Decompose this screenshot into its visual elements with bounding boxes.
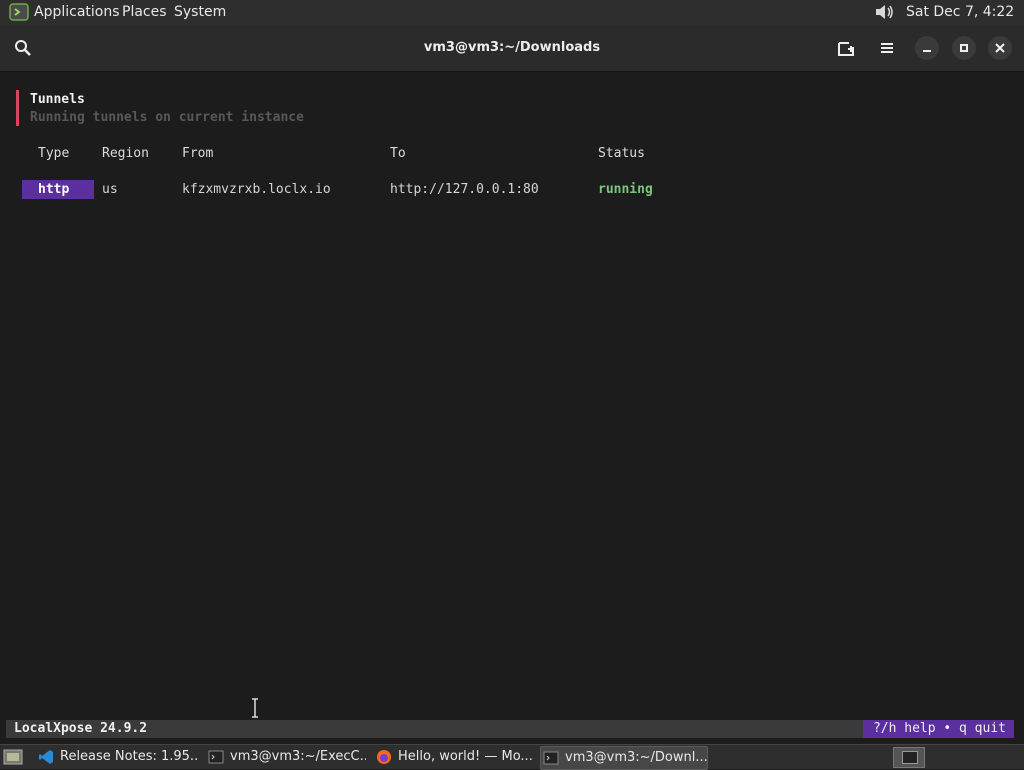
taskbar-item-label: Release Notes: 1.95.... [60, 749, 198, 764]
app-version: LocalXpose 24.9.2 [14, 721, 148, 736]
minimize-icon [923, 50, 931, 52]
menu-places[interactable]: Places [122, 0, 167, 25]
firefox-icon [377, 750, 391, 764]
workspace-thumbnail [902, 751, 918, 764]
hamburger-menu-icon[interactable] [878, 39, 896, 57]
terminal-logo-icon[interactable] [9, 3, 29, 21]
taskbar-item-vscode[interactable]: Release Notes: 1.95.... [36, 746, 198, 768]
taskbar-item-terminal-execc[interactable]: vm3@vm3:~/ExecC... [206, 746, 366, 768]
section-title: Tunnels [30, 92, 85, 107]
tunnel-from: kfzxmvzrxb.loclx.io [182, 182, 331, 197]
menu-applications[interactable]: Applications [34, 0, 120, 25]
taskbar-item-label: vm3@vm3:~/ExecC... [230, 749, 366, 764]
taskbar-item-label: vm3@vm3:~/Downl... [565, 750, 708, 765]
column-header-status: Status [598, 146, 645, 161]
maximize-icon [960, 44, 968, 52]
help-hint: ?/h help • q quit [862, 720, 1014, 738]
tunnel-status: running [598, 182, 653, 197]
terminal-header-bar: vm3@vm3:~/Downloads [0, 25, 1024, 72]
taskbar-item-terminal-downloads[interactable]: vm3@vm3:~/Downl... [540, 746, 708, 770]
column-header-to: To [390, 146, 406, 161]
tunnel-region: us [102, 182, 118, 197]
vscode-icon [39, 750, 53, 764]
tunnel-to: http://127.0.0.1:80 [390, 182, 539, 197]
top-panel: Applications Places System Sat Dec 7, 4:… [0, 0, 1024, 45]
text-cursor-icon [252, 698, 258, 718]
tunnel-type-badge: http [22, 180, 94, 199]
status-bar: LocalXpose 24.9.2 ?/h help • q quit [6, 720, 1014, 738]
show-desktop-icon[interactable] [3, 748, 23, 766]
taskbar-item-firefox[interactable]: Hello, world! — Mo... [374, 746, 534, 768]
terminal-body[interactable]: Tunnels Running tunnels on current insta… [0, 72, 1024, 746]
taskbar-item-label: Hello, world! — Mo... [398, 749, 533, 764]
clock[interactable]: Sat Dec 7, 4:22 AM [906, 0, 1024, 45]
column-header-from: From [182, 146, 214, 161]
volume-icon[interactable] [873, 2, 895, 22]
terminal-icon [543, 751, 559, 765]
new-tab-icon[interactable] [837, 39, 855, 57]
terminal-icon [208, 750, 224, 764]
column-header-region: Region [102, 146, 149, 161]
taskbar: Release Notes: 1.95.... vm3@vm3:~/ExecC.… [0, 744, 1024, 770]
column-header-type: Type [38, 146, 70, 161]
maximize-button[interactable] [952, 36, 976, 60]
section-subtitle: Running tunnels on current instance [30, 110, 304, 125]
close-button[interactable] [988, 36, 1012, 60]
minimize-button[interactable] [915, 36, 939, 60]
workspace-switcher[interactable] [893, 747, 925, 768]
close-icon [995, 43, 1005, 53]
window-title: vm3@vm3:~/Downloads [423, 40, 601, 55]
section-accent-bar [16, 90, 19, 126]
menu-system[interactable]: System [174, 0, 226, 25]
